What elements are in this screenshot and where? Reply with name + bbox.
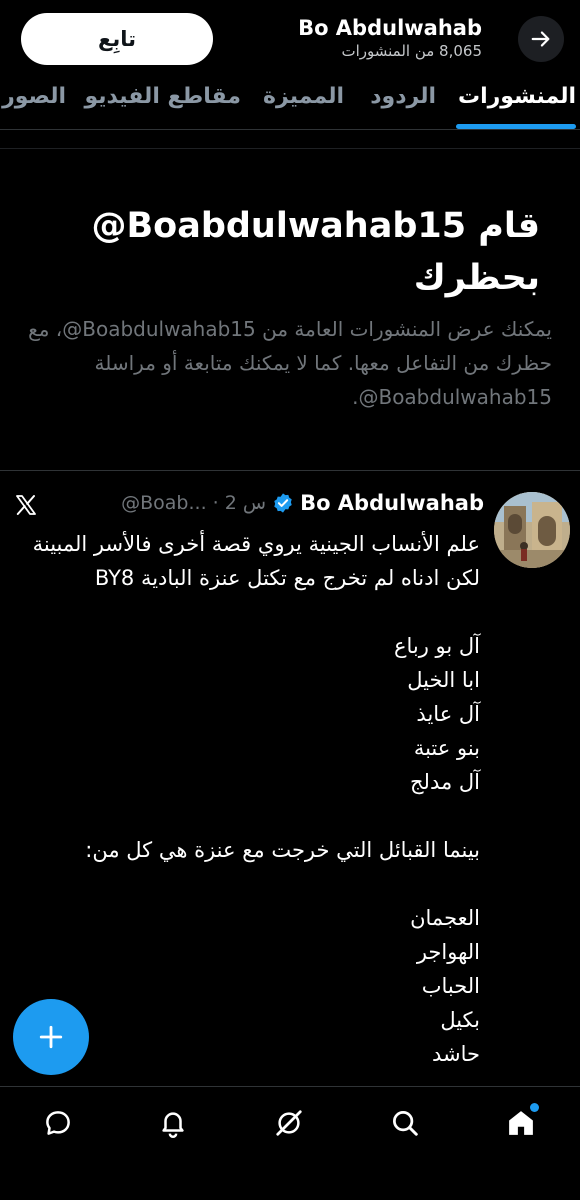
notifications-icon [162, 1112, 184, 1138]
tweet-line: آل مدلج [410, 770, 480, 794]
nav-grok[interactable] [273, 1107, 305, 1139]
grok-icon [276, 1110, 302, 1136]
tweet-line: بكيل [440, 1008, 480, 1032]
profile-name: Bo Abdulwahab [298, 16, 482, 40]
home-icon [509, 1111, 533, 1135]
tweet-line: حاشد [432, 1042, 480, 1066]
tweet-text[interactable]: علم الأنساب الجينية يروي قصة أخرى فالأسر… [20, 527, 480, 1071]
compose-button[interactable] [13, 999, 89, 1075]
tweet-line: بينما القبائل التي خرجت مع عنزة هي كل من… [85, 838, 480, 862]
nav-search[interactable] [389, 1107, 421, 1139]
divider [0, 470, 580, 471]
new-content-dot [530, 1103, 539, 1112]
nav-notifications[interactable] [157, 1107, 189, 1139]
posts-count: 8,065 من المنشورات [341, 42, 482, 60]
tweet-line: آل بو رباع [393, 634, 480, 658]
tab-photos[interactable]: الصور [2, 84, 66, 109]
search-icon [393, 1111, 418, 1136]
tweet-line: الحباب [421, 974, 480, 998]
tab-videos[interactable]: مقاطع الفيديو [84, 84, 241, 109]
tweet-handle-time[interactable]: @Boab... · 2 س [121, 492, 266, 514]
tweet-line: ابا الخيل [407, 668, 480, 692]
tweet-line: بنو عتبة [413, 736, 480, 760]
verified-badge-icon [274, 493, 292, 513]
plus-icon [39, 1025, 63, 1049]
arrow-right-icon [531, 31, 550, 47]
profile-header: تابِع Bo Abdulwahab 8,065 من المنشورات [0, 0, 580, 74]
tab-highlights[interactable]: المميزة [263, 84, 344, 109]
tab-replies[interactable]: الردود [370, 84, 436, 109]
tweet-line: الهواجر [416, 940, 480, 964]
nav-home[interactable] [505, 1103, 539, 1139]
tweet-line: آل عايذ [416, 702, 480, 726]
tweet-header: @Boab... · 2 س Bo Abdulwahab [121, 491, 484, 515]
blocked-title: قام ‎@Boabdulwahab15‏ بحظرك [91, 206, 540, 298]
tweet-author-name[interactable]: Bo Abdulwahab [300, 491, 484, 515]
tab-posts[interactable]: المنشورات [458, 84, 576, 109]
blocked-description: يمكنك عرض المنشورات العامة من ‎@Boabdulw… [28, 317, 552, 409]
divider [0, 148, 580, 149]
tweet-line: العجمان [410, 906, 480, 930]
avatar[interactable] [494, 492, 570, 568]
profile-tabs: المنشورات الردود المميزة مقاطع الفيديو ا… [0, 74, 580, 130]
x-logo-icon [16, 495, 36, 515]
bottom-navigation [0, 1086, 580, 1200]
follow-button[interactable]: تابِع [21, 13, 213, 65]
tweet-line: علم الأنساب الجينية يروي قصة أخرى فالأسر… [32, 532, 480, 590]
nav-messages[interactable] [42, 1107, 74, 1139]
active-tab-indicator [456, 124, 576, 129]
messages-icon [46, 1111, 70, 1135]
back-button[interactable] [518, 16, 564, 62]
